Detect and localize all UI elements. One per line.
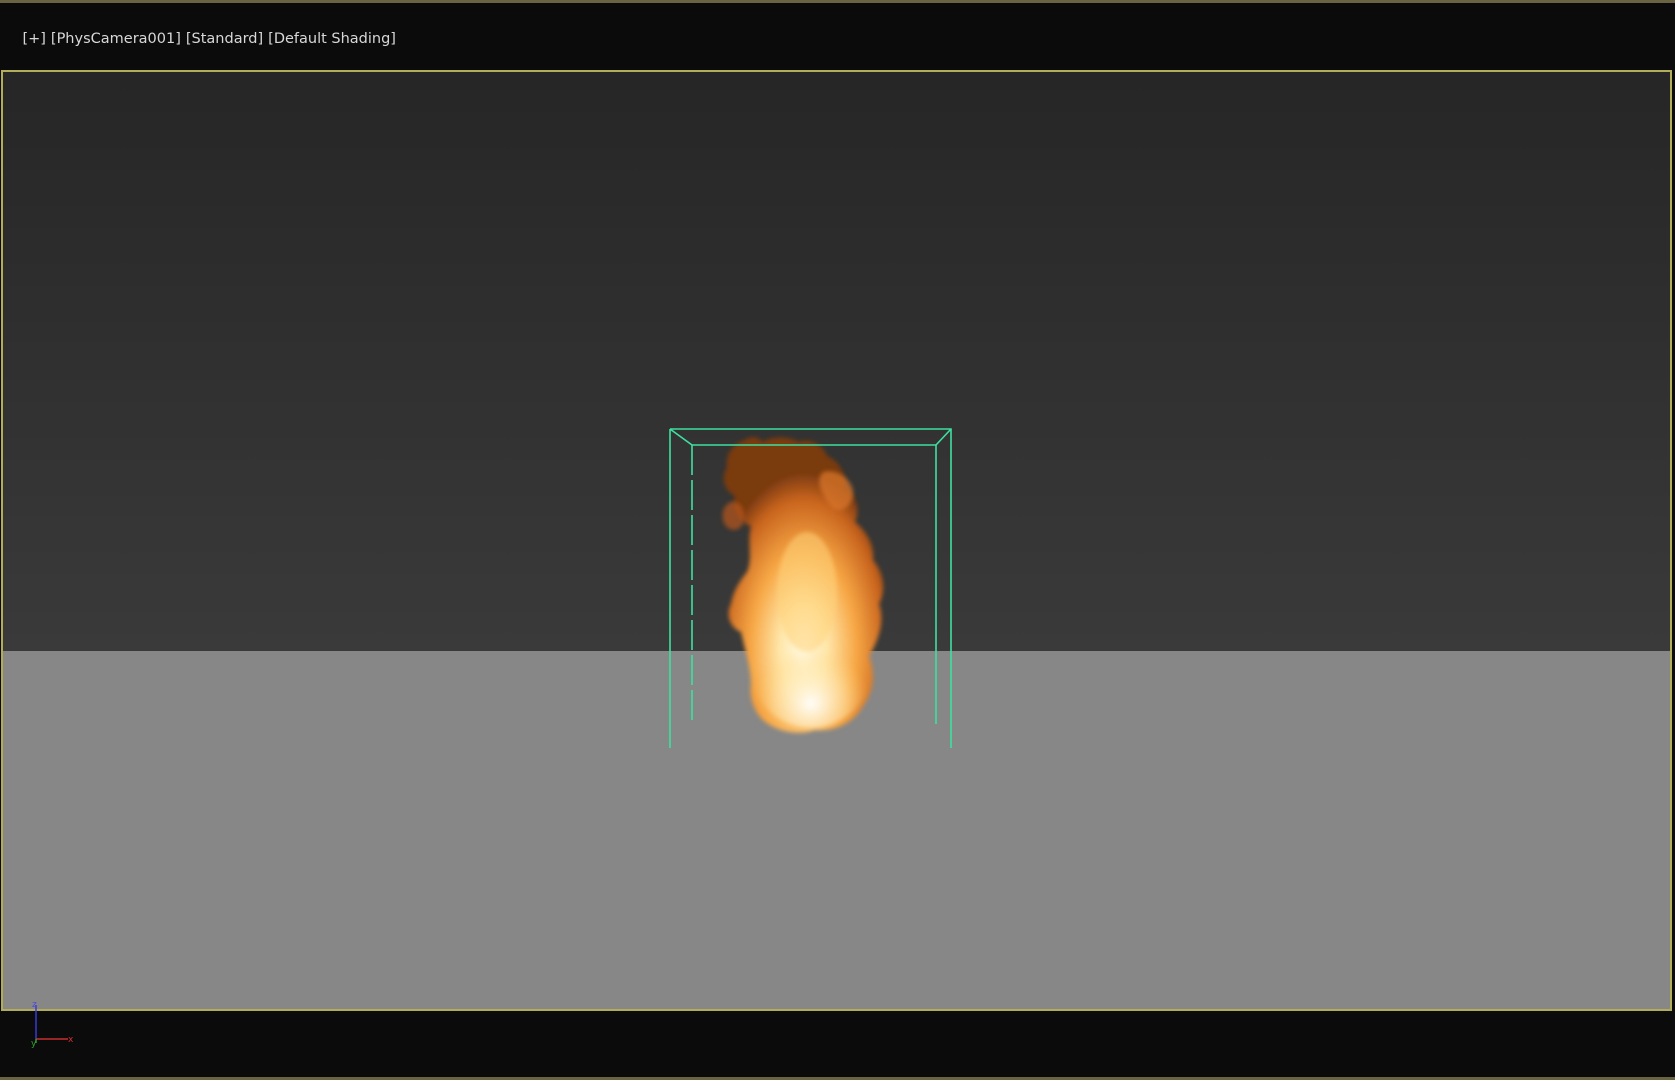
axis-y-label: y <box>31 1039 37 1049</box>
fluid-container[interactable] <box>3 72 1672 1011</box>
axis-z-label: z <box>32 1000 37 1010</box>
fire-simulation-icon <box>722 437 884 733</box>
axis-x-label: x <box>68 1035 74 1045</box>
viewport-camera-label[interactable]: [PhysCamera001] <box>51 31 181 47</box>
viewport-label-bar: [+] [PhysCamera001] [Standard] [Default Sha… <box>4 15 401 63</box>
viewport-scene[interactable] <box>1 70 1672 1011</box>
viewport-shading-label[interactable]: [Default Shading] <box>268 31 396 47</box>
viewport-frame: [+] [PhysCamera001] [Standard] [Default Sha… <box>0 0 1675 1080</box>
viewport-menu-plus[interactable]: [+] <box>22 31 45 47</box>
viewport-mode-label[interactable]: [Standard] <box>186 31 263 47</box>
axis-tripod-icon: z y x <box>31 1000 74 1049</box>
